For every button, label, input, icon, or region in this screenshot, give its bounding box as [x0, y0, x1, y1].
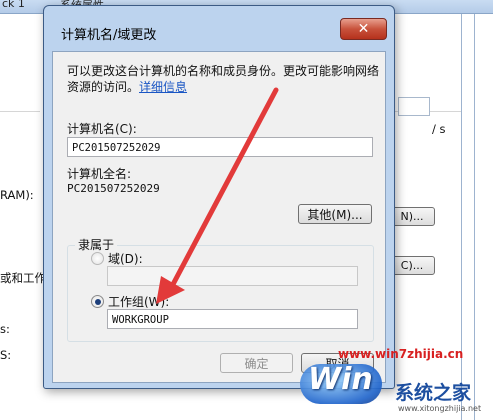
dialog-title: 计算机名/域更改	[61, 28, 157, 43]
workgroup-option-label: 工作组(W):	[108, 295, 170, 309]
computer-name-dialog: 计算机名/域更改 ✕ 可以更改这台计算机的名称和成员身份。更改可能影响网络资源的…	[43, 5, 395, 389]
watermark-sub-url: www.xitongzhijia.net	[398, 404, 482, 413]
background-label: s:	[0, 322, 10, 336]
watermark-brand: 系统之家	[395, 382, 472, 404]
background-input	[398, 97, 430, 116]
details-link[interactable]: 详细信息	[139, 80, 187, 94]
workgroup-radio[interactable]	[91, 295, 104, 308]
watermark-logo-text: Win	[308, 362, 373, 397]
network-id-button[interactable]: N)...	[389, 207, 435, 226]
ram-label: RAM):	[0, 188, 34, 202]
perf-unit-label: / s	[432, 122, 446, 136]
watermark-url: www.win7zhijia.cn	[338, 347, 464, 361]
dialog-body: 可以更改这台计算机的名称和成员身份。更改可能影响网络资源的访问。详细信息 计算机…	[52, 51, 386, 383]
domain-input[interactable]	[107, 266, 358, 286]
workgroup-input[interactable]: WORKGROUP	[107, 309, 358, 329]
divider	[0, 111, 40, 112]
background-window-border	[474, 14, 475, 420]
close-icon: ✕	[357, 21, 370, 37]
full-name-value: PC201507252029	[67, 182, 160, 195]
background-label: S:	[0, 348, 12, 362]
full-name-label: 计算机全名:	[67, 167, 132, 181]
description-text: 可以更改这台计算机的名称和成员身份。更改可能影响网络资源的访问。	[67, 64, 380, 94]
domain-radio[interactable]	[91, 252, 104, 265]
domain-option-label: 域(D):	[108, 252, 143, 266]
ok-button[interactable]: 确定	[220, 353, 293, 373]
background-title-fragment: ck 1	[2, 0, 25, 10]
close-button[interactable]: ✕	[340, 18, 387, 40]
change-button[interactable]: C)...	[389, 256, 435, 275]
computer-name-input[interactable]: PC201507252029	[67, 137, 373, 157]
workgroup-settings-label: 或和工作	[0, 271, 46, 285]
dialog-description: 可以更改这台计算机的名称和成员身份。更改可能影响网络资源的访问。详细信息	[67, 63, 379, 95]
more-button[interactable]: 其他(M)...	[298, 204, 372, 224]
computer-name-label: 计算机名(C):	[67, 122, 137, 136]
